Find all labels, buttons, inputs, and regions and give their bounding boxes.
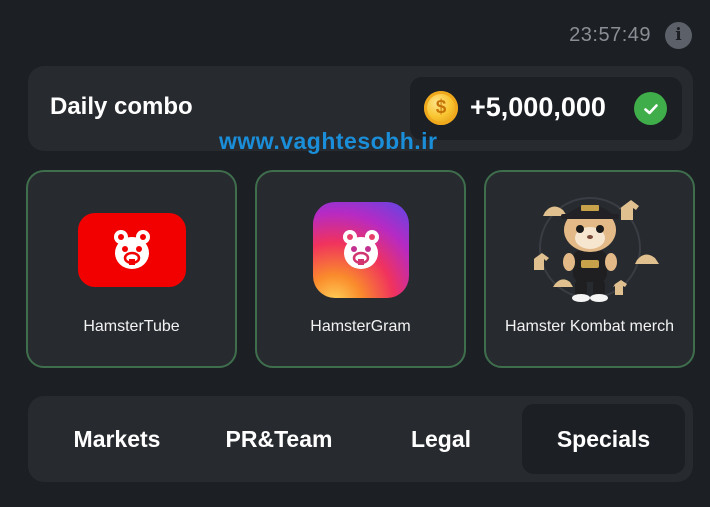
combo-timer: 23:57:49 xyxy=(569,23,651,46)
card-art xyxy=(77,196,186,304)
tab-specials[interactable]: Specials xyxy=(522,404,685,474)
info-icon[interactable]: i xyxy=(665,21,692,49)
top-bar: 23:57:49 i xyxy=(569,18,692,52)
coin-icon: $ xyxy=(424,91,458,125)
card-label: HamsterGram xyxy=(310,318,411,335)
card-hamster-merch[interactable]: Hamster Kombat merch xyxy=(484,170,695,368)
hamster-tube-logo-icon xyxy=(77,213,186,287)
card-hamster-tube[interactable]: HamsterTube xyxy=(26,170,237,368)
card-hamster-gram[interactable]: HamsterGram xyxy=(255,170,466,368)
category-tabs: Markets PR&Team Legal Specials xyxy=(28,396,693,482)
tab-markets[interactable]: Markets xyxy=(36,404,198,474)
tab-legal[interactable]: Legal xyxy=(360,404,522,474)
watermark-text: www.vaghtesobh.ir xyxy=(219,128,438,154)
card-art xyxy=(515,180,665,310)
tab-pr-team[interactable]: PR&Team xyxy=(198,404,360,474)
hamster-gram-logo-icon xyxy=(312,202,409,298)
card-art xyxy=(307,196,415,304)
check-circle-icon xyxy=(634,92,667,125)
combo-reward-box: $ +5,000,000 xyxy=(410,77,682,140)
card-label: Hamster Kombat merch xyxy=(505,318,674,335)
card-label: HamsterTube xyxy=(83,318,180,335)
daily-combo-title: Daily combo xyxy=(50,93,193,120)
hamster-merch-icon xyxy=(531,197,659,302)
combo-reward-amount: +5,000,000 xyxy=(470,92,606,122)
